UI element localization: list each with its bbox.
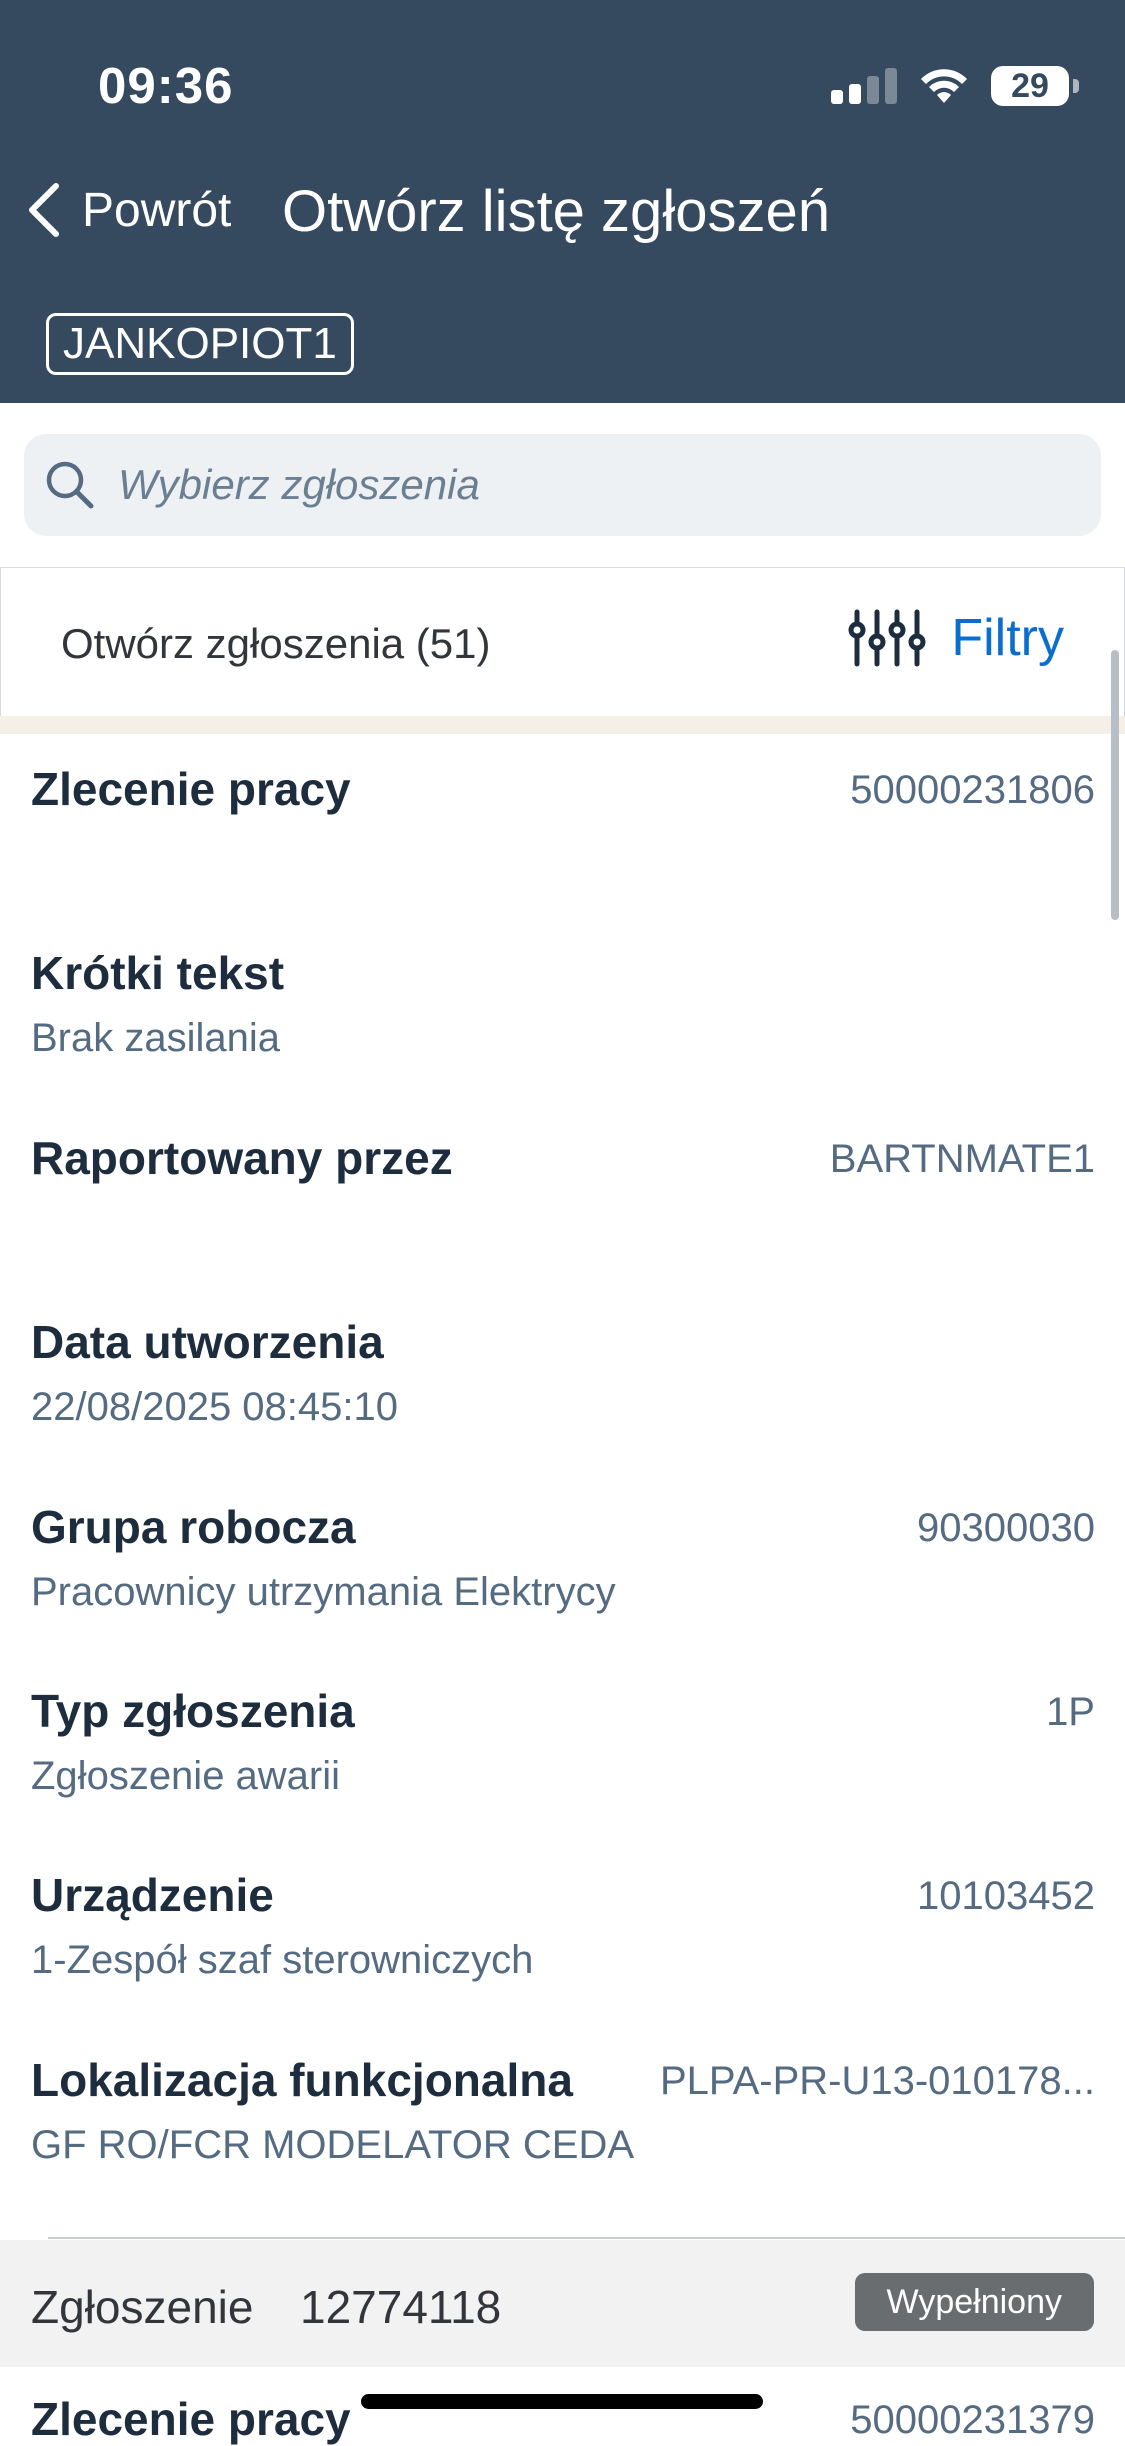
row-subtext: Pracownicy utrzymania Elektrycy [31,1570,616,1614]
home-indicator[interactable] [361,2394,763,2409]
back-button[interactable]: Powrót [24,180,231,240]
chevron-left-icon [29,183,59,237]
app-header: 09:36 29 Powrót Otwórz listę zgłoszeń JA… [0,0,1125,403]
row-label: Data utworzenia [31,1316,384,1368]
row-label: Grupa robocza [31,1501,356,1553]
status-badge: Wypełniony [854,2273,1094,2331]
filters-label: Filtry [951,609,1064,667]
page-title: Otwórz listę zgłoszeń [282,179,830,244]
row-value: 10103452 [917,1874,1095,1918]
scrollbar[interactable] [1111,650,1119,920]
item-divider [48,2237,1125,2239]
row-subtext: Brak zasilania [31,1016,281,1060]
filters-button[interactable]: Filtry [847,608,1064,668]
row-value: BARTNMATE1 [829,1137,1095,1181]
row-value: 90300030 [917,1506,1095,1550]
row-label: Urządzenie [31,1869,274,1921]
open-notifications-count: Otwórz zgłoszenia (51) [61,620,491,667]
row-subtext: 22/08/2025 08:45:10 [31,1385,399,1429]
battery-level: 29 [1011,66,1049,105]
row-label: Lokalizacja funkcjonalna [31,2054,573,2106]
row-label: Krótki tekst [31,947,285,999]
search-input[interactable] [116,460,1020,510]
list-separator [0,716,1125,734]
row-label: Raportowany przez [31,1132,453,1184]
filter-sliders-icon [848,609,926,667]
row-subtext: GF RO/FCR MODELATOR CEDA [31,2123,635,2167]
cellular-signal-icon [831,68,897,104]
row-value: 50000231806 [850,768,1095,812]
row-value: 1P [1046,1690,1095,1734]
battery-icon: 29 [991,66,1079,106]
row-subtext: Zgłoszenie awarii [31,1754,341,1798]
notification-label: Zgłoszenie [31,2281,254,2333]
row-subtext: 1-Zespół szaf sterowniczych [31,1938,534,1982]
wifi-icon [921,69,967,103]
status-icons: 29 [831,62,1079,110]
row-value: PLPA-PR-U13-010178... [659,2059,1095,2103]
user-badge: JANKOPIOT1 [46,313,354,375]
row-label: Typ zgłoszenia [31,1685,355,1737]
row-label: Zlecenie pracy [31,2393,351,2445]
notification-id: 12774118 [300,2281,502,2333]
row-value: 50000231379 [850,2398,1095,2442]
back-label: Powrót [82,183,232,237]
list-toolbar: Otwórz zgłoszenia (51) Filtry [0,567,1125,717]
row-label: Zlecenie pracy [31,763,351,815]
next-notification-header[interactable]: Zgłoszenie 12774118 Wypełniony [0,2240,1125,2367]
status-time: 09:36 [98,57,234,114]
search-icon [46,461,94,509]
search-bar[interactable] [24,434,1101,536]
